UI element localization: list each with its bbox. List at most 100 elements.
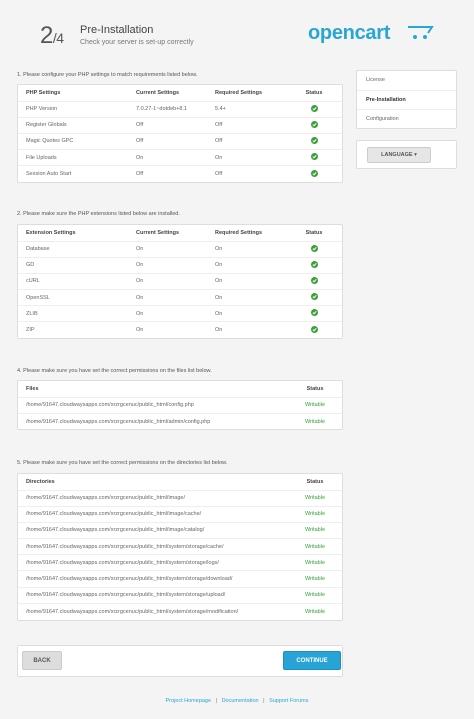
status-cell — [286, 272, 342, 290]
required-setting: On — [207, 256, 286, 274]
sidebar-item-pre-installation[interactable]: Pre-Installation — [357, 90, 456, 109]
current-setting: On — [128, 240, 207, 258]
back-button[interactable]: BACK — [22, 651, 62, 670]
status-cell — [286, 256, 342, 274]
sidebar-item-configuration[interactable]: Configuration — [357, 109, 456, 128]
col-header: PHP Settings — [26, 89, 61, 96]
step-indicator: 2/4 — [40, 22, 64, 49]
php-settings-table: PHP Settings Current Settings Required S… — [18, 85, 342, 182]
setting-name: Magic Quotes GPC — [18, 132, 128, 150]
required-setting: On — [207, 272, 286, 290]
status-writable: Writable — [288, 396, 342, 414]
required-setting: Off — [207, 165, 286, 182]
check-circle-icon — [310, 153, 318, 161]
step-current: 2 — [40, 22, 53, 49]
table-row: /home/91647.cloudwaysapps.com/xrzrgcenuc… — [18, 412, 342, 430]
php-settings-panel: PHP Settings Current Settings Required S… — [17, 84, 343, 183]
check-circle-icon — [310, 276, 318, 284]
table-row: cURL On On — [18, 272, 342, 290]
path-cell: /home/91647.cloudwaysapps.com/xrzrgcenuc… — [18, 521, 288, 539]
table-row: File Uploads On On — [18, 149, 342, 166]
logo-text: opencart — [308, 22, 391, 44]
status-writable: Writable — [288, 586, 342, 604]
table-row: Register Globals Off Off — [18, 116, 342, 134]
setting-name: cURL — [18, 272, 128, 290]
table-row: /home/91647.cloudwaysapps.com/xrzrgcenuc… — [18, 602, 342, 620]
table-row: ZLIB On On — [18, 305, 342, 322]
status-cell — [286, 100, 342, 118]
status-writable: Writable — [288, 570, 342, 588]
col-header: Current Settings — [136, 89, 180, 96]
table-row: GD On On — [18, 256, 342, 274]
path-cell: /home/91647.cloudwaysapps.com/xrzrgcenuc… — [18, 570, 288, 588]
step-total: 4 — [56, 30, 64, 46]
language-label: LANGUAGE — [381, 152, 413, 158]
continue-button[interactable]: CONTINUE — [283, 651, 341, 670]
path-cell: /home/91647.cloudwaysapps.com/xrzrgcenuc… — [18, 554, 288, 571]
sidebar: License Pre-Installation Configuration L… — [356, 70, 457, 169]
setting-name: ZLIB — [18, 305, 128, 322]
page-title: Pre-Installation — [80, 24, 154, 36]
path-cell: /home/91647.cloudwaysapps.com/xrzrgcenuc… — [18, 602, 288, 620]
col-header: Extension Settings — [26, 229, 76, 236]
check-circle-icon — [310, 309, 318, 317]
required-setting: On — [207, 240, 286, 258]
language-button[interactable]: LANGUAGE ▾ — [367, 147, 431, 163]
current-setting: On — [128, 149, 207, 166]
required-setting: On — [207, 289, 286, 306]
table-row: /home/91647.cloudwaysapps.com/xrzrgcenuc… — [18, 521, 342, 539]
setting-name: GD — [18, 256, 128, 274]
table-row: Magic Quotes GPC Off Off — [18, 132, 342, 150]
path-cell: /home/91647.cloudwaysapps.com/xrzrgcenuc… — [18, 538, 288, 555]
link-support-forums[interactable]: Support Forums — [269, 698, 308, 704]
current-setting: 7.0.27-1~dotdeb+8.1 — [128, 100, 207, 118]
setting-name: Session Auto Start — [18, 165, 128, 182]
setting-name: File Uploads — [18, 149, 128, 166]
check-circle-icon — [310, 104, 318, 112]
link-separator: | — [215, 698, 218, 704]
status-writable: Writable — [288, 602, 342, 620]
status-cell — [286, 240, 342, 258]
directories-table: Directories Status /home/91647.cloudways… — [18, 474, 342, 620]
table-row: /home/91647.cloudwaysapps.com/xrzrgcenuc… — [18, 505, 342, 523]
col-header: Files — [26, 385, 39, 392]
opencart-logo[interactable]: opencart — [308, 22, 438, 48]
col-header: Status — [305, 229, 323, 236]
status-cell — [286, 149, 342, 166]
extensions-section-label: 2. Please make sure the PHP extensions l… — [17, 211, 180, 217]
caret-down-icon: ▾ — [414, 152, 417, 158]
check-circle-icon — [310, 136, 318, 144]
check-circle-icon — [310, 293, 318, 301]
directories-panel: Directories Status /home/91647.cloudways… — [17, 473, 343, 621]
check-circle-icon — [310, 120, 318, 128]
table-row: /home/91647.cloudwaysapps.com/xrzrgcenuc… — [18, 586, 342, 604]
current-setting: On — [128, 256, 207, 274]
footer-links: Project Homepage | Documentation | Suppo… — [0, 698, 474, 704]
required-setting: On — [207, 305, 286, 322]
status-writable: Writable — [288, 489, 342, 507]
setting-name: Database — [18, 240, 128, 258]
status-cell — [286, 305, 342, 322]
setting-name: PHP Version — [18, 100, 128, 118]
table-row: /home/91647.cloudwaysapps.com/xrzrgcenuc… — [18, 538, 342, 555]
check-circle-icon — [310, 169, 318, 177]
current-setting: On — [128, 289, 207, 306]
status-writable: Writable — [288, 521, 342, 539]
status-cell — [286, 321, 342, 339]
col-header: Required Settings — [215, 229, 263, 236]
files-panel: Files Status /home/91647.cloudwaysapps.c… — [17, 380, 343, 431]
path-cell: /home/91647.cloudwaysapps.com/xrzrgcenuc… — [18, 396, 288, 414]
check-circle-icon — [310, 325, 318, 333]
sidebar-item-license[interactable]: License — [357, 71, 456, 90]
current-setting: On — [128, 321, 207, 339]
extensions-panel: Extension Settings Current Settings Requ… — [17, 224, 343, 340]
link-project-homepage[interactable]: Project Homepage — [166, 698, 212, 704]
status-cell — [286, 132, 342, 150]
path-cell: /home/91647.cloudwaysapps.com/xrzrgcenuc… — [18, 505, 288, 523]
table-row: /home/91647.cloudwaysapps.com/xrzrgcenuc… — [18, 570, 342, 588]
current-setting: Off — [128, 116, 207, 134]
path-cell: /home/91647.cloudwaysapps.com/xrzrgcenuc… — [18, 586, 288, 604]
status-writable: Writable — [288, 412, 342, 430]
link-documentation[interactable]: Documentation — [222, 698, 259, 704]
status-cell — [286, 165, 342, 182]
